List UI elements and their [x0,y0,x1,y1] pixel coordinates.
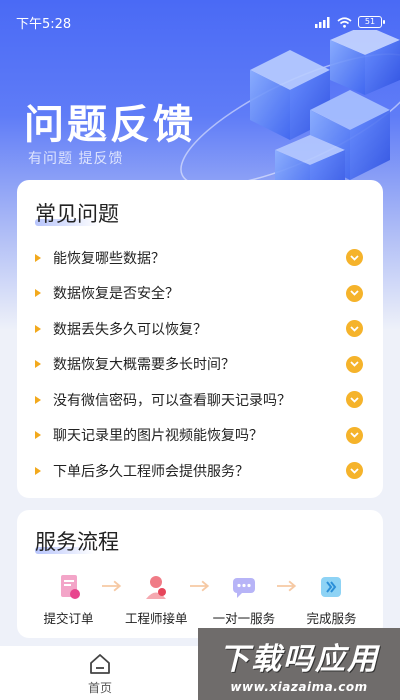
watermark-logo: 下载吗应用 www.xiazaima.com [198,628,400,700]
service-flow-card: 服务流程 提交订单 工程师接单 一对一服务 完成服务 [17,510,383,638]
faq-item[interactable]: 数据恢复大概需要多长时间？ [35,347,365,383]
chat-icon [232,578,255,598]
faq-question: 数据恢复是否安全？ [53,286,179,303]
faq-question: 下单后多久工程师会提供服务？ [53,463,249,480]
faq-title: 常见问题 [35,198,119,228]
status-time: 下午5:28 [16,16,72,32]
flow-step: 完成服务 [298,572,365,627]
battery-icon: 51 [358,16,385,28]
faq-question: 数据丢失多久可以恢复？ [53,321,207,338]
faq-item[interactable]: 没有微信密码，可以查看聊天记录吗？ [35,382,365,418]
watermark-text: 下载吗应用 [219,642,379,677]
service-flow-steps: 提交订单 工程师接单 一对一服务 完成服务 [35,572,365,627]
battery-level: 51 [364,17,376,26]
faq-question: 没有微信密码，可以查看聊天记录吗？ [53,392,291,409]
page-title: 问题反馈 [24,102,196,148]
bullet-triangle-icon [35,431,41,440]
chevron-down-icon[interactable] [346,249,363,267]
wifi-icon [337,16,352,28]
flow-step-label: 工程师接单 [124,611,188,626]
faq-question: 聊天记录里的图片视频能恢复吗？ [53,428,263,445]
faq-question: 能恢复哪些数据？ [53,250,165,267]
flow-step: 一对一服务 [210,572,277,627]
watermark-url: www.xiazaima.com [230,680,368,694]
chevron-down-icon[interactable] [346,284,363,302]
bullet-triangle-icon [35,360,41,369]
home-icon [90,654,110,674]
tab-home-label: 首页 [87,681,112,695]
flow-step-label: 完成服务 [306,611,357,626]
tab-home[interactable]: 首页 [0,646,200,700]
engineer-icon [146,576,167,599]
chevron-down-icon[interactable] [346,320,363,338]
faq-item[interactable]: 下单后多久工程师会提供服务？ [35,453,365,489]
faq-question: 数据恢复大概需要多长时间？ [53,357,235,374]
arrow-right-icon [102,580,122,592]
faq-item[interactable]: 能恢复哪些数据？ [35,240,365,276]
bullet-triangle-icon [35,466,41,475]
service-flow-title: 服务流程 [35,526,119,556]
page-subtitle: 有问题 提反馈 [28,151,124,167]
signal-icon [315,16,330,28]
complete-icon [321,577,342,597]
chevron-down-icon[interactable] [346,426,363,444]
status-bar: 下午5:28 51 [0,0,400,44]
bullet-triangle-icon [35,324,41,333]
flow-step-label: 一对一服务 [212,611,276,626]
chevron-down-icon[interactable] [346,355,363,373]
faq-item[interactable]: 数据丢失多久可以恢复？ [35,311,365,347]
flow-step-label: 提交订单 [43,611,94,626]
flow-step: 提交订单 [35,572,102,627]
faq-item[interactable]: 聊天记录里的图片视频能恢复吗？ [35,418,365,454]
arrow-right-icon [277,580,297,592]
document-icon [60,575,80,599]
bullet-triangle-icon [35,253,41,262]
faq-card: 常见问题 能恢复哪些数据？ 数据恢复是否安全？ 数据丢失多久可以恢复？ 数据恢复… [17,180,383,498]
bullet-triangle-icon [35,395,41,404]
bullet-triangle-icon [35,289,41,298]
flow-step: 工程师接单 [123,572,190,627]
arrow-right-icon [189,580,209,592]
faq-list: 能恢复哪些数据？ 数据恢复是否安全？ 数据丢失多久可以恢复？ 数据恢复大概需要多… [35,240,365,489]
faq-item[interactable]: 数据恢复是否安全？ [35,276,365,312]
chevron-down-icon[interactable] [346,462,363,480]
chevron-down-icon[interactable] [346,391,363,409]
